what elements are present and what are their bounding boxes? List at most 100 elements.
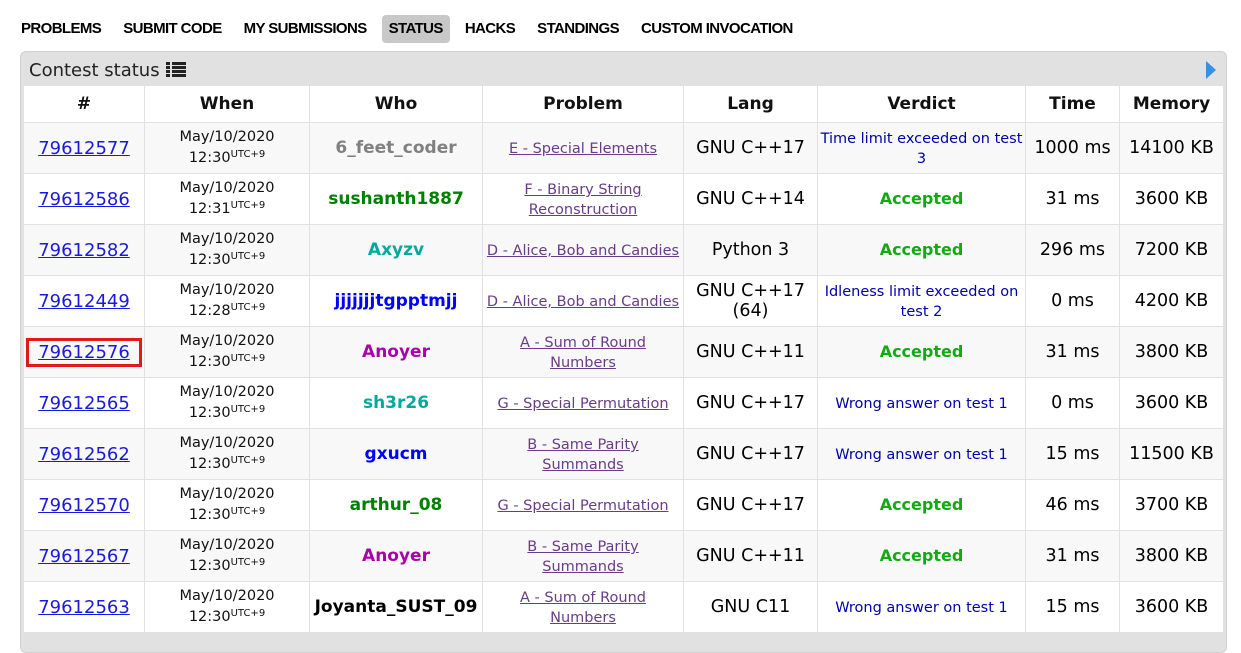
cell-problem: F - Binary String Reconstruction — [482, 173, 684, 225]
language-label: GNU C++17 — [696, 495, 805, 515]
user-handle-link[interactable]: 6_feet_coder — [335, 138, 456, 158]
problem-link[interactable]: B - Same Parity Summands — [527, 437, 638, 473]
problem-link[interactable]: B - Same Parity Summands — [527, 539, 638, 575]
user-handle-link[interactable]: gxucm — [364, 444, 427, 464]
user-handle-link[interactable]: arthur_08 — [350, 495, 443, 515]
submission-time: 12:30 — [188, 252, 231, 268]
submission-time: 12:30 — [188, 609, 231, 625]
submission-time: 12:30 — [188, 507, 231, 523]
submission-id-link[interactable]: 79612586 — [38, 189, 130, 210]
cell-time: 31 ms — [1025, 173, 1120, 225]
col-header-id: # — [23, 85, 145, 123]
menu-custom-invocation[interactable]: CUSTOM INVOCATION — [634, 15, 800, 43]
cell-memory: 3800 KB — [1119, 530, 1224, 582]
language-label: GNU C++17 — [696, 444, 805, 464]
cell-when: May/10/2020 12:30UTC+9 — [144, 428, 310, 480]
submission-date: May/10/2020 — [179, 486, 275, 502]
cell-verdict: Wrong answer on test 1 — [817, 581, 1026, 633]
verdict-label: Accepted — [879, 342, 964, 361]
problem-link[interactable]: D - Alice, Bob and Candies — [487, 243, 679, 259]
cell-when: May/10/2020 12:30UTC+9 — [144, 224, 310, 276]
cell-time: 31 ms — [1025, 530, 1120, 582]
cell-time: 0 ms — [1025, 275, 1120, 327]
language-label: GNU C++11 — [696, 546, 805, 566]
user-handle-link[interactable]: sh3r26 — [363, 393, 429, 413]
cell-memory: 3800 KB — [1119, 326, 1224, 378]
user-handle-link[interactable]: Anoyer — [362, 342, 430, 362]
cell-memory: 11500 KB — [1119, 428, 1224, 480]
user-handle-link[interactable]: Anoyer — [362, 546, 430, 566]
submission-id-link[interactable]: 79612449 — [38, 291, 130, 312]
timezone-label: UTC+9 — [230, 149, 266, 160]
table-row: 79612577 May/10/2020 12:30UTC+9 6_feet_code… — [23, 122, 1224, 174]
problem-link[interactable]: E - Special Elements — [509, 141, 657, 157]
menu-my-submissions[interactable]: MY SUBMISSIONS — [237, 15, 374, 43]
submission-id-link[interactable]: 79612567 — [38, 546, 130, 567]
cell-time: 15 ms — [1025, 581, 1120, 633]
table-row: 79612563 May/10/2020 12:30UTC+9 Joyanta_SUS… — [23, 581, 1224, 633]
cell-id: 79612586 — [23, 173, 145, 225]
submission-date: May/10/2020 — [179, 384, 275, 400]
cell-memory: 14100 KB — [1119, 122, 1224, 174]
submission-id-link[interactable]: 79612576 — [26, 337, 142, 367]
cell-who: gxucm — [309, 428, 483, 480]
submission-id-link[interactable]: 79612582 — [38, 240, 130, 261]
problem-link[interactable]: G - Special Permutation — [497, 396, 668, 412]
cell-id: 79612582 — [23, 224, 145, 276]
cell-who: 6_feet_coder — [309, 122, 483, 174]
cell-problem: B - Same Parity Summands — [482, 428, 684, 480]
memory-consumed: 3700 KB — [1134, 495, 1209, 515]
submission-date: May/10/2020 — [179, 537, 275, 553]
submission-id-link[interactable]: 79612570 — [38, 495, 130, 516]
cell-id: 79612562 — [23, 428, 145, 480]
memory-consumed: 3600 KB — [1134, 597, 1209, 617]
user-handle-link[interactable]: sushanth1887 — [328, 189, 464, 209]
submission-id-link[interactable]: 79612577 — [38, 138, 130, 159]
problem-link[interactable]: A - Sum of Round Numbers — [520, 335, 646, 371]
cell-verdict: Accepted — [817, 530, 1026, 582]
time-consumed: 15 ms — [1045, 444, 1100, 464]
problem-link[interactable]: G - Special Permutation — [497, 498, 668, 514]
memory-consumed: 14100 KB — [1129, 138, 1214, 158]
cell-lang: GNU C++17 — [683, 122, 818, 174]
time-consumed: 296 ms — [1039, 240, 1106, 260]
submission-date: May/10/2020 — [179, 435, 275, 451]
cell-memory: 4200 KB — [1119, 275, 1224, 327]
cell-who: sushanth1887 — [309, 173, 483, 225]
user-handle-link[interactable]: Joyanta_SUST_09 — [315, 597, 478, 617]
table-row: 79612586 May/10/2020 12:31UTC+9 sushanth188… — [23, 173, 1224, 225]
cell-who: jjjjjjjtgpptmjj — [309, 275, 483, 327]
submission-id-link[interactable]: 79612563 — [38, 597, 130, 618]
menu-submit-code[interactable]: SUBMIT CODE — [116, 15, 228, 43]
list-icon[interactable] — [165, 62, 186, 78]
problem-link[interactable]: A - Sum of Round Numbers — [520, 590, 646, 626]
user-handle-link[interactable]: jjjjjjjtgpptmjj — [335, 291, 458, 311]
submission-when: May/10/2020 12:30UTC+9 — [147, 333, 307, 371]
next-arrow-icon[interactable] — [1206, 61, 1216, 79]
submission-id-link[interactable]: 79612562 — [38, 444, 130, 465]
cell-verdict: Accepted — [817, 173, 1026, 225]
memory-consumed: 3600 KB — [1134, 393, 1209, 413]
cell-verdict: Accepted — [817, 479, 1026, 531]
cell-id: 79612577 — [23, 122, 145, 174]
menu-problems[interactable]: PROBLEMS — [14, 15, 108, 43]
cell-time: 31 ms — [1025, 326, 1120, 378]
user-handle-link[interactable]: Axyzv — [368, 240, 424, 260]
memory-consumed: 3800 KB — [1134, 546, 1209, 566]
verdict-label: Wrong answer on test 1 — [835, 447, 1008, 463]
menu-status[interactable]: STATUS — [381, 15, 450, 43]
problem-link[interactable]: F - Binary String Reconstruction — [524, 182, 641, 218]
menu-standings[interactable]: STANDINGS — [530, 15, 626, 43]
cell-when: May/10/2020 12:31UTC+9 — [144, 173, 310, 225]
submission-id-link[interactable]: 79612565 — [38, 393, 130, 414]
col-header-memory: Memory — [1119, 85, 1224, 123]
cell-when: May/10/2020 12:30UTC+9 — [144, 581, 310, 633]
cell-id: 79612563 — [23, 581, 145, 633]
cell-verdict: Time limit exceeded on test 3 — [817, 122, 1026, 174]
cell-problem: B - Same Parity Summands — [482, 530, 684, 582]
submission-date: May/10/2020 — [179, 231, 275, 247]
menu-hacks[interactable]: HACKS — [458, 15, 522, 43]
col-header-verdict: Verdict — [817, 85, 1026, 123]
cell-problem: A - Sum of Round Numbers — [482, 326, 684, 378]
problem-link[interactable]: D - Alice, Bob and Candies — [487, 294, 679, 310]
